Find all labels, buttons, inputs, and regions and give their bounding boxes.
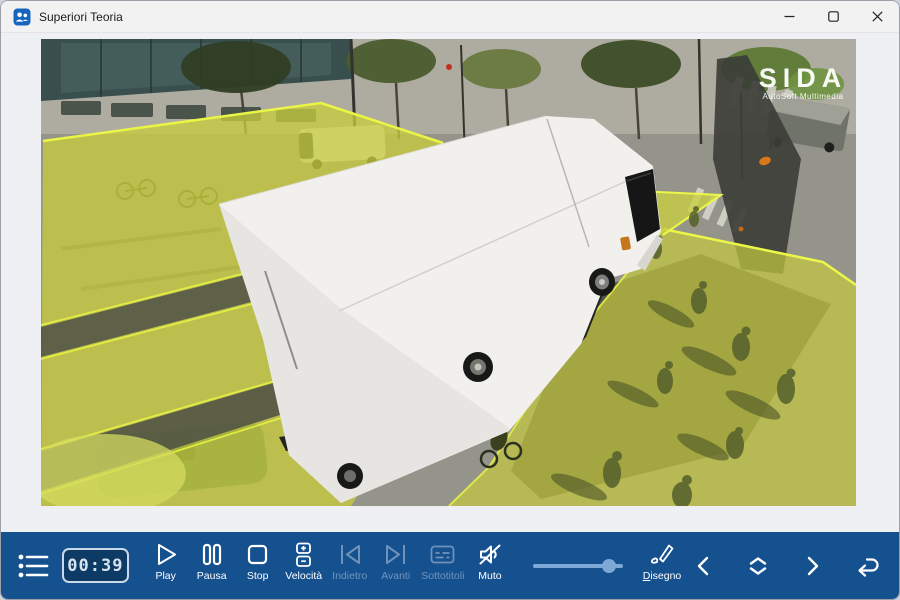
stop-button[interactable]: Stop (235, 532, 281, 599)
speed-button[interactable]: Velocità (281, 532, 327, 599)
play-icon (153, 541, 178, 568)
volume-slider[interactable] (533, 557, 623, 575)
next-button[interactable] (797, 550, 827, 582)
subtitles-icon (429, 541, 456, 568)
prev-button[interactable] (689, 550, 719, 582)
video-player[interactable]: SIDA AutoSoft Multimedia (41, 39, 856, 506)
pen-icon (648, 541, 676, 568)
minimize-icon (784, 11, 795, 22)
video-scene: SIDA AutoSoft Multimedia (41, 39, 856, 506)
playlist-icon (17, 552, 49, 580)
expand-button[interactable] (741, 550, 775, 582)
pause-button[interactable]: Pausa (189, 532, 235, 599)
playlist-button[interactable] (11, 532, 54, 599)
playback-timer: 00:39 (62, 548, 129, 583)
app-people-icon (13, 8, 31, 26)
content-area: SIDA AutoSoft Multimedia (1, 34, 899, 532)
window-title: Superiori Teoria (39, 10, 123, 24)
volume-slider-thumb[interactable] (602, 559, 616, 573)
svg-text:AutoSoft Multimedia: AutoSoft Multimedia (762, 92, 843, 101)
svg-text:SIDA: SIDA (759, 63, 848, 93)
stop-icon (245, 541, 270, 568)
return-arrow-icon (853, 554, 881, 578)
pause-icon (199, 541, 224, 568)
chevron-right-icon (801, 554, 823, 578)
skip-back-icon (337, 541, 363, 568)
speed-icon (291, 541, 316, 568)
app-window: Superiori Teoria (0, 0, 900, 600)
minimize-button[interactable] (767, 1, 811, 32)
titlebar: Superiori Teoria (1, 1, 899, 33)
traffic-light (446, 64, 452, 70)
mute-icon (477, 541, 503, 568)
player-toolbar: 00:39 Play Pausa Stop (1, 532, 899, 599)
subtitles-button[interactable]: Sottotitoli (419, 532, 467, 599)
navigation-group (689, 532, 885, 599)
brand-logo: SIDA AutoSoft Multimedia (759, 63, 848, 101)
play-button[interactable]: Play (143, 532, 189, 599)
mute-button[interactable]: Muto (467, 532, 513, 599)
maximize-button[interactable] (811, 1, 855, 32)
window-controls (767, 1, 899, 32)
close-button[interactable] (855, 1, 899, 32)
return-button[interactable] (849, 550, 885, 582)
maximize-icon (828, 11, 839, 22)
chevron-left-icon (693, 554, 715, 578)
skip-forward-button[interactable]: Avanti (373, 532, 419, 599)
draw-button[interactable]: Disegno (635, 532, 689, 599)
expand-vertical-icon (745, 554, 771, 578)
close-icon (872, 11, 883, 22)
skip-forward-icon (383, 541, 409, 568)
skip-back-button[interactable]: Indietro (327, 532, 373, 599)
